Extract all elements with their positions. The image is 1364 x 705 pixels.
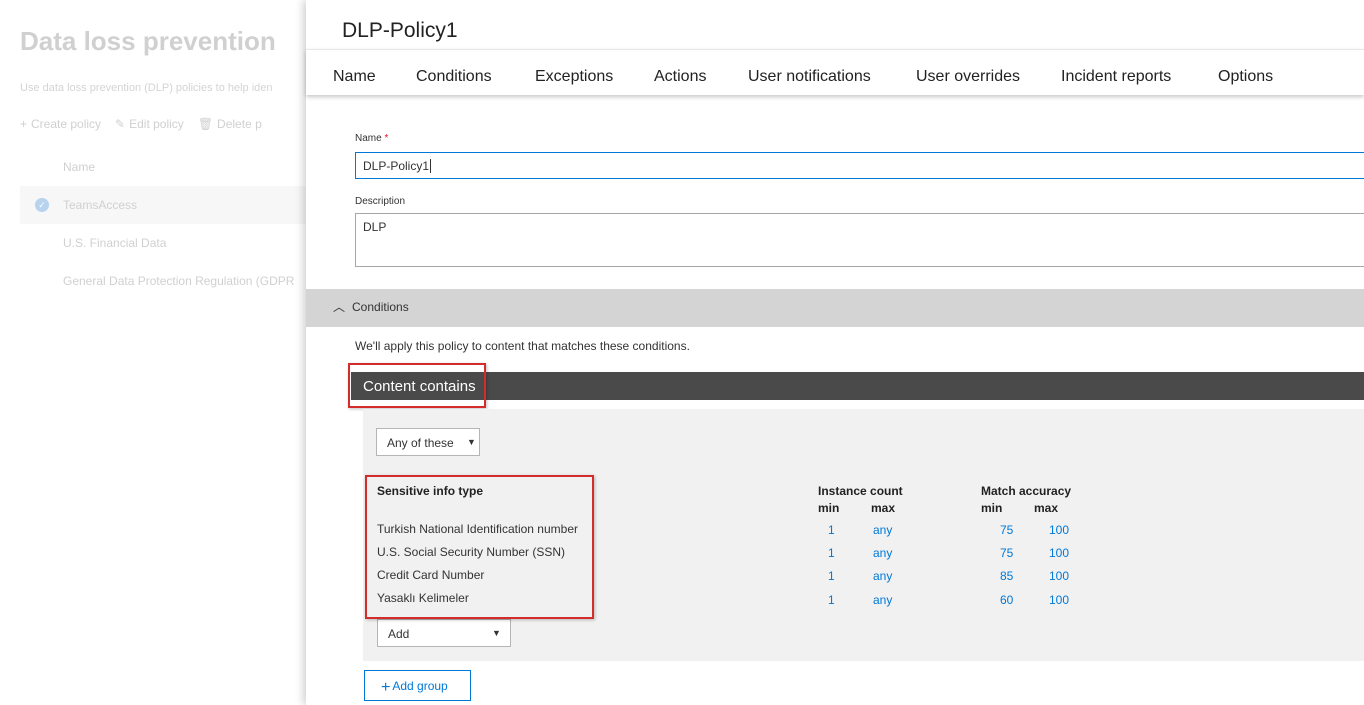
sensitive-info-type-name: Turkish National Identification number [377, 522, 578, 536]
sensitive-info-type-name: Credit Card Number [377, 568, 485, 582]
plus-icon: + [381, 679, 391, 696]
name-input-value: DLP-Policy1 [363, 159, 430, 173]
tab-exceptions[interactable]: Exceptions [535, 68, 613, 86]
add-group-button[interactable]: + Add group [364, 670, 471, 701]
tab-user-notifications[interactable]: User notifications [748, 68, 871, 86]
accuracy-max-subheader: max [1034, 501, 1059, 515]
panel-title: DLP-Policy1 [342, 19, 458, 42]
instance-max-subheader: max [871, 501, 896, 515]
edit-policy-label: Edit policy [129, 117, 184, 131]
chevron-up-icon: ︿ [333, 300, 346, 314]
accuracy-max-value[interactable]: 100 [1049, 593, 1069, 607]
match-mode-value: Any of these [387, 436, 454, 450]
add-group-label: Add group [392, 679, 448, 693]
accuracy-max-value[interactable]: 100 [1049, 546, 1069, 560]
caret-down-icon: ▼ [492, 628, 501, 638]
accuracy-max-value[interactable]: 100 [1049, 569, 1069, 583]
column-header-instance-count: Instance count [818, 484, 903, 498]
instance-min-value[interactable]: 1 [828, 523, 835, 537]
accuracy-min-value[interactable]: 75 [1000, 546, 1013, 560]
accuracy-max-value[interactable]: 100 [1049, 523, 1069, 537]
description-input[interactable]: DLP [355, 213, 1364, 267]
add-dropdown-label: Add [388, 627, 410, 641]
content-contains-title: Content contains [363, 378, 476, 395]
accuracy-min-value[interactable]: 60 [1000, 593, 1013, 607]
name-input[interactable]: DLP-Policy1 [355, 152, 1364, 179]
column-header-sensitive-info-type: Sensitive info type [377, 484, 484, 498]
add-sensitive-type-dropdown[interactable]: Add ▼ [377, 619, 511, 647]
tab-options[interactable]: Options [1218, 68, 1273, 86]
instance-min-subheader: min [818, 501, 840, 515]
conditions-note: We'll apply this policy to content that … [355, 339, 690, 353]
column-header-match-accuracy: Match accuracy [981, 484, 1072, 498]
sensitive-info-type-name: U.S. Social Security Number (SSN) [377, 545, 566, 559]
conditions-section-label: Conditions [352, 300, 409, 314]
required-mark: * [384, 133, 389, 144]
background-toolbar: + Create policy ✎ Edit policy 🗑 Delete p [20, 117, 262, 131]
tab-user-overrides[interactable]: User overrides [916, 68, 1020, 86]
text-cursor [430, 159, 432, 173]
description-input-value: DLP [363, 220, 387, 234]
instance-max-value[interactable]: any [873, 569, 892, 583]
pencil-icon: ✎ [115, 117, 126, 131]
edit-policy-button[interactable]: ✎ Edit policy [115, 117, 184, 131]
instance-min-value[interactable]: 1 [828, 593, 835, 607]
create-policy-button[interactable]: + Create policy [20, 117, 101, 131]
content-contains-header: Content contains [351, 372, 1364, 400]
instance-min-value[interactable]: 1 [828, 569, 835, 583]
policy-row[interactable]: General Data Protection Regulation (GDPR [20, 262, 320, 300]
delete-policy-label: Delete p [217, 117, 262, 131]
instance-max-value[interactable]: any [873, 546, 892, 560]
checkmark-icon: ✓ [35, 198, 49, 212]
create-policy-label: Create policy [31, 117, 102, 131]
content-contains-group: Any of these ▼ Sensitive info type Insta… [363, 409, 1364, 661]
name-field-label: Name * [355, 133, 388, 144]
policy-name: U.S. Financial Data [63, 236, 167, 250]
policy-row[interactable]: U.S. Financial Data [20, 224, 320, 262]
caret-down-icon: ▼ [467, 437, 476, 447]
instance-min-value[interactable]: 1 [828, 546, 835, 560]
background-page: Data loss prevention Use data loss preve… [0, 0, 320, 705]
accuracy-min-value[interactable]: 75 [1000, 523, 1013, 537]
name-label-text: Name [355, 133, 382, 144]
background-description: Use data loss prevention (DLP) policies … [20, 82, 273, 94]
plus-icon: + [20, 117, 28, 131]
accuracy-min-subheader: min [981, 501, 1003, 515]
sensitive-info-type-name: Yasaklı Kelimeler [377, 591, 469, 605]
conditions-section-header[interactable]: ︿ Conditions [306, 289, 1364, 327]
description-field-label: Description [355, 196, 406, 207]
instance-max-value[interactable]: any [873, 593, 892, 607]
background-page-title: Data loss prevention [20, 26, 276, 56]
tab-conditions[interactable]: Conditions [416, 68, 492, 86]
tab-actions[interactable]: Actions [654, 68, 706, 86]
policy-name: TeamsAccess [63, 198, 138, 212]
policy-name: General Data Protection Regulation (GDPR [63, 274, 295, 288]
tab-name[interactable]: Name [333, 68, 376, 86]
column-header-name: Name [63, 160, 96, 174]
policy-row[interactable]: ✓ TeamsAccess [20, 186, 320, 224]
match-mode-dropdown[interactable]: Any of these ▼ [376, 428, 480, 456]
edit-policy-panel: DLP-Policy1 Name Conditions Exceptions A… [306, 0, 1364, 705]
instance-max-value[interactable]: any [873, 523, 892, 537]
tab-bar: Name Conditions Exceptions Actions User … [306, 49, 1364, 95]
trash-icon: 🗑 [197, 117, 214, 131]
tab-incident-reports[interactable]: Incident reports [1061, 68, 1171, 86]
accuracy-min-value[interactable]: 85 [1000, 569, 1013, 583]
delete-policy-button[interactable]: 🗑 Delete p [198, 117, 262, 131]
